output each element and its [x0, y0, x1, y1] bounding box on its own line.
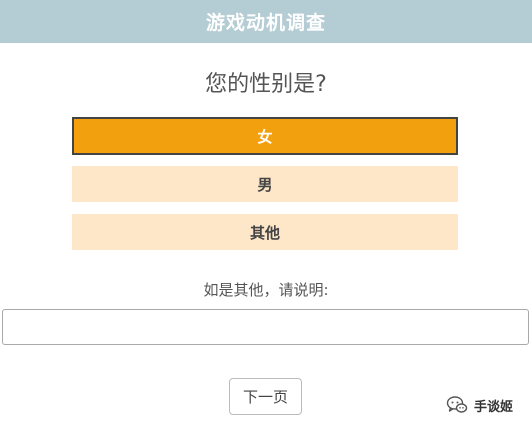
watermark-text: 手谈姬 [474, 399, 514, 415]
next-page-label: 下一页 [242, 388, 288, 406]
survey-title: 游戏动机调查 [205, 12, 326, 34]
other-specify-label: 如是其他，请说明: [203, 281, 329, 299]
option-other[interactable]: 其他 [72, 214, 458, 250]
option-label: 其他 [249, 223, 280, 242]
option-male[interactable]: 男 [72, 166, 458, 202]
next-page-button[interactable]: 下一页 [229, 378, 302, 415]
survey-header: 游戏动机调查 [0, 0, 532, 43]
wechat-bubble-icon [446, 396, 468, 413]
question-text: 您的性别是? [205, 72, 327, 97]
option-label: 男 [257, 175, 273, 194]
option-female[interactable]: 女 [72, 117, 458, 155]
option-label: 女 [257, 127, 273, 146]
survey-page: 游戏动机调查 您的性别是? 女 男 其他 如是其他，请说明: 下一页 手谈姬 [0, 0, 532, 429]
watermark: 手谈姬 [446, 394, 513, 416]
other-specify-input[interactable] [2, 309, 529, 345]
